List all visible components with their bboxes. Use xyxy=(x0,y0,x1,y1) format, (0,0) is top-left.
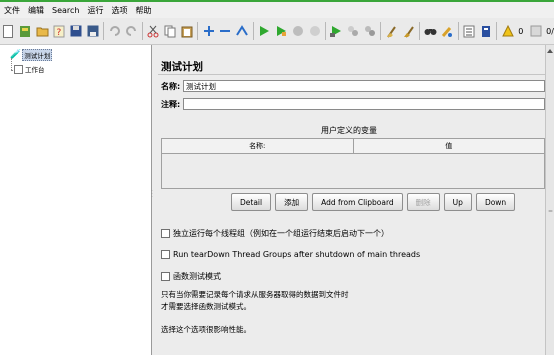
cut-icon[interactable] xyxy=(147,23,160,39)
page-title: 测试计划 xyxy=(161,61,203,73)
help-book-icon[interactable] xyxy=(480,23,493,39)
open-icon[interactable] xyxy=(36,23,49,39)
scroll-grip[interactable]: = xyxy=(548,209,553,215)
menu-run[interactable]: 运行 xyxy=(83,5,107,16)
note-line: 只有当你需要记录每个请求从服务器取得的数据到文件时 xyxy=(161,290,349,299)
tree-item-label: 工作台 xyxy=(25,66,45,74)
user-variables-table[interactable]: 名称: 值 xyxy=(161,138,545,189)
toolbar-separator xyxy=(325,22,326,40)
comment-label: 注释: xyxy=(161,100,181,109)
expand-icon[interactable] xyxy=(202,23,215,39)
function-helper-icon[interactable] xyxy=(463,23,476,39)
menu-help[interactable]: 帮助 xyxy=(131,5,155,16)
start-no-pause-icon[interactable] xyxy=(275,23,288,39)
run-consecutive-checkbox[interactable]: 独立运行每个线程组（例如在一个组运行结束后启动下一个） xyxy=(161,228,389,239)
checkbox-label: 函数测试模式 xyxy=(173,272,221,281)
remote-exit-icon[interactable] xyxy=(364,23,377,39)
redo-icon[interactable] xyxy=(125,23,138,39)
variables-button-row: Detail 添加 Add from Clipboard 删除 Up Down xyxy=(231,193,519,211)
delete-button[interactable]: 删除 xyxy=(406,193,440,211)
warning-count: 0 xyxy=(518,26,524,36)
toolbar-separator xyxy=(457,22,459,40)
help-icon[interactable]: ? xyxy=(53,23,66,39)
checkbox-label: Run tearDown Thread Groups after shutdow… xyxy=(173,250,421,259)
checkbox-box[interactable] xyxy=(161,250,170,259)
down-button[interactable]: Down xyxy=(475,193,516,211)
comment-field[interactable] xyxy=(183,98,545,110)
toolbar: ? 0 0/ xyxy=(0,18,554,45)
name-field[interactable]: 测试计划 xyxy=(183,80,545,92)
checkbox-box[interactable] xyxy=(161,229,170,238)
undo-icon[interactable] xyxy=(108,23,121,39)
checkbox-box[interactable] xyxy=(161,272,170,281)
menu-edit[interactable]: 编辑 xyxy=(24,5,48,16)
running-status-icon xyxy=(529,23,542,39)
tree-item-test-plan[interactable]: 🧪 测试计划 xyxy=(10,49,53,61)
reset-search-icon[interactable] xyxy=(441,23,454,39)
test-plan-tree: 🧪 测试计划 工作台 xyxy=(0,45,152,355)
workbench-icon xyxy=(14,64,23,74)
toolbar-separator xyxy=(197,22,199,40)
tree-item-workbench[interactable]: 工作台 xyxy=(14,64,45,74)
toolbar-separator xyxy=(141,22,143,40)
search-icon[interactable] xyxy=(424,23,437,39)
toolbar-separator xyxy=(419,22,421,40)
templates-icon[interactable] xyxy=(19,23,32,39)
save-icon[interactable] xyxy=(70,23,83,39)
collapse-icon[interactable] xyxy=(219,23,232,39)
paste-icon[interactable] xyxy=(180,23,193,39)
toolbar-separator xyxy=(103,22,105,40)
up-button[interactable]: Up xyxy=(443,193,472,211)
run-teardown-checkbox[interactable]: Run tearDown Thread Groups after shutdow… xyxy=(161,250,420,259)
table-header: 名称: 值 xyxy=(162,139,544,154)
column-header-name[interactable]: 名称: xyxy=(162,139,354,153)
thread-count: 0/ xyxy=(546,26,554,36)
name-label: 名称: xyxy=(161,82,181,91)
save-as-icon[interactable] xyxy=(86,23,99,39)
test-plan-panel: 测试计划 名称: 测试计划 注释: 用户定义的变量 名称: 值 Detail 添… xyxy=(153,45,545,355)
title-divider xyxy=(158,74,545,75)
remote-stop-icon[interactable] xyxy=(347,23,360,39)
tree-item-label: 测试计划 xyxy=(22,49,53,61)
new-icon[interactable] xyxy=(2,23,15,39)
shutdown-icon[interactable] xyxy=(308,23,321,39)
warning-icon xyxy=(501,23,514,39)
detail-button[interactable]: Detail xyxy=(231,193,272,211)
tree-connector xyxy=(11,58,13,70)
note-line: 才需要选择函数测试模式。 xyxy=(161,302,251,311)
toolbar-separator xyxy=(496,22,498,40)
toggle-icon[interactable] xyxy=(236,23,249,39)
menu-search[interactable]: Search xyxy=(48,6,83,15)
vertical-scrollbar[interactable]: = xyxy=(545,45,554,355)
start-icon[interactable] xyxy=(258,23,271,39)
checkbox-label: 独立运行每个线程组（例如在一个组运行结束后启动下一个） xyxy=(173,229,389,238)
functional-mode-note: 只有当你需要记录每个请求从服务器取得的数据到文件时 才需要选择函数测试模式。 xyxy=(161,289,349,313)
menu-bar: 文件 编辑 Search 运行 选项 帮助 xyxy=(0,2,554,18)
stop-icon[interactable] xyxy=(291,23,304,39)
functional-mode-checkbox[interactable]: 函数测试模式 xyxy=(161,271,221,282)
performance-note: 选择这个选项很影响性能。 xyxy=(161,325,251,334)
clear-all-icon[interactable] xyxy=(402,23,415,39)
menu-file[interactable]: 文件 xyxy=(0,5,24,16)
column-header-value[interactable]: 值 xyxy=(354,139,545,153)
user-variables-title: 用户定义的变量 xyxy=(321,126,377,135)
clear-icon[interactable] xyxy=(385,23,398,39)
toolbar-separator xyxy=(380,22,382,40)
toolbar-separator xyxy=(252,22,254,40)
remote-start-icon[interactable] xyxy=(330,23,343,39)
scroll-up-icon[interactable] xyxy=(547,49,553,53)
add-button[interactable]: 添加 xyxy=(275,193,309,211)
add-from-clipboard-button[interactable]: Add from Clipboard xyxy=(312,193,403,211)
copy-icon[interactable] xyxy=(164,23,177,39)
menu-options[interactable]: 选项 xyxy=(107,5,131,16)
svg-text:?: ? xyxy=(57,28,62,38)
